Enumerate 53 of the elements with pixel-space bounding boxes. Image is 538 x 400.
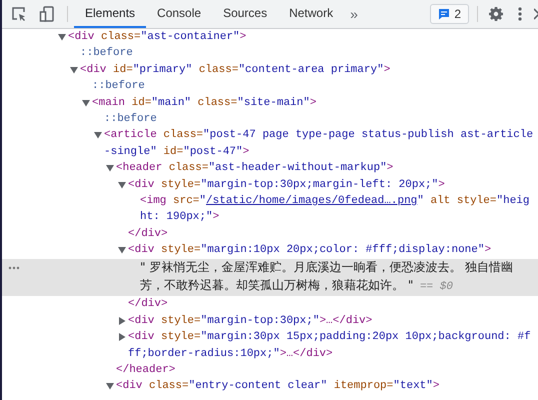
closing-tag: </div>: [128, 296, 538, 313]
selected-row[interactable]: " 罗袜悄无尘，金屋浑难贮。月底溪边一晌看，便恐凌波去。 独自惜幽芳，不敢矜迟暮。却笑孤山万树梅，狼藉花如许。 " == $0: [2, 258, 538, 296]
tree-row[interactable]: ::before: [2, 111, 538, 128]
link[interactable]: /static/home/images/0fedead….png: [206, 195, 418, 208]
triangle-down-icon[interactable]: [58, 33, 66, 41]
tree-row[interactable]: <div class="entry-content clear" itemprop="text">: [2, 378, 538, 395]
tree-row[interactable]: ::before: [2, 78, 538, 95]
tree-row[interactable]: <div style="margin-top:30px;">…</div>: [2, 312, 538, 330]
tree-row[interactable]: <article class="post-47 page type-page status-publish ast-article-single" id="post-47">: [2, 127, 538, 160]
text-content: " 罗袜悄无尘，金屋浑难贮。月底溪边一晌看，便恐凌波去。 独自惜幽芳，不敢矜迟暮。却笑孤山万树梅，狼藉花如许。 " == $0: [140, 258, 514, 296]
device-toggle-icon[interactable]: [39, 5, 55, 23]
triangle-down-icon[interactable]: [70, 66, 78, 74]
tree-row[interactable]: <div style="margin-top:30px;margin-left: 20px;">: [2, 176, 538, 194]
triangle-down-icon[interactable]: [82, 98, 90, 107]
closing-tag: </header>: [116, 362, 538, 378]
triangle-down-icon[interactable]: [94, 131, 102, 140]
element-tag: <main id="main" class="site-main">: [92, 94, 538, 112]
more-dots-icon[interactable]: [8, 266, 20, 270]
element-tag: <div class="entry-content clear" itemprop="text">: [116, 378, 538, 395]
tree-row[interactable]: <header class="ast-header-without-markup">: [2, 160, 538, 177]
pseudo-element: ::before: [104, 112, 158, 128]
element-tag: <div style="margin-top:30px;margin-left: 20px;">: [128, 176, 538, 194]
tree-row[interactable]: <main id="main" class="site-main">: [2, 94, 538, 112]
element-tag: <article class="post-47 page type-page status-publish ast-article-single" id="post-47">: [104, 127, 538, 160]
tree-row[interactable]: <img src="/static/home/images/0fedead….png" alt style="height: 190px;">: [2, 193, 538, 226]
triangle-down-icon[interactable]: [118, 180, 126, 189]
issues-button[interactable]: 2: [430, 4, 469, 24]
tree-row[interactable]: <div style="margin:10px 20px;color: #fff;display:none">: [2, 242, 538, 259]
pseudo-element: ::before: [80, 46, 134, 62]
triangle-right-icon[interactable]: [118, 316, 126, 325]
more-tabs-button[interactable]: »: [344, 6, 364, 22]
panel-tab[interactable]: Console: [146, 0, 212, 28]
settings-icon[interactable]: [488, 6, 504, 22]
triangle-down-icon[interactable]: [118, 246, 126, 254]
kebab-menu-icon[interactable]: [518, 6, 522, 22]
triangle-down-icon[interactable]: [106, 164, 114, 172]
pseudo-element: ::before: [92, 79, 146, 94]
message-icon: [438, 8, 450, 20]
tree-row[interactable]: <div style="margin:30px 15px;padding:20px 10px;background: #fff;border-radius:10px;">…</div>: [2, 329, 538, 362]
void-element-tag: <img src="/static/home/images/0fedead….png" alt style="height: 190px;">: [140, 193, 538, 226]
inspect-cursor-icon[interactable]: [11, 6, 27, 22]
close-icon[interactable]: [534, 8, 538, 20]
closing-tag: </div>: [128, 226, 538, 242]
triangle-down-icon[interactable]: [106, 382, 114, 390]
element-tag: <header class="ast-header-without-markup">: [116, 160, 538, 177]
panel-tab[interactable]: Elements: [74, 0, 146, 28]
element-tag: <div style="margin:30px 15px;padding:20px 10px;background: #fff;border-radius:10px;">…</div>: [128, 329, 538, 362]
triangle-right-icon[interactable]: [118, 333, 126, 342]
element-tag: <div style="margin-top:30px;">…</div>: [128, 312, 538, 330]
panel-tab[interactable]: Sources: [212, 0, 278, 28]
panel-tab[interactable]: Network: [278, 0, 344, 28]
tree-row[interactable]: ::before: [2, 45, 538, 62]
element-tag: <div style="margin:10px 20px;color: #fff;display:none">: [128, 242, 538, 259]
